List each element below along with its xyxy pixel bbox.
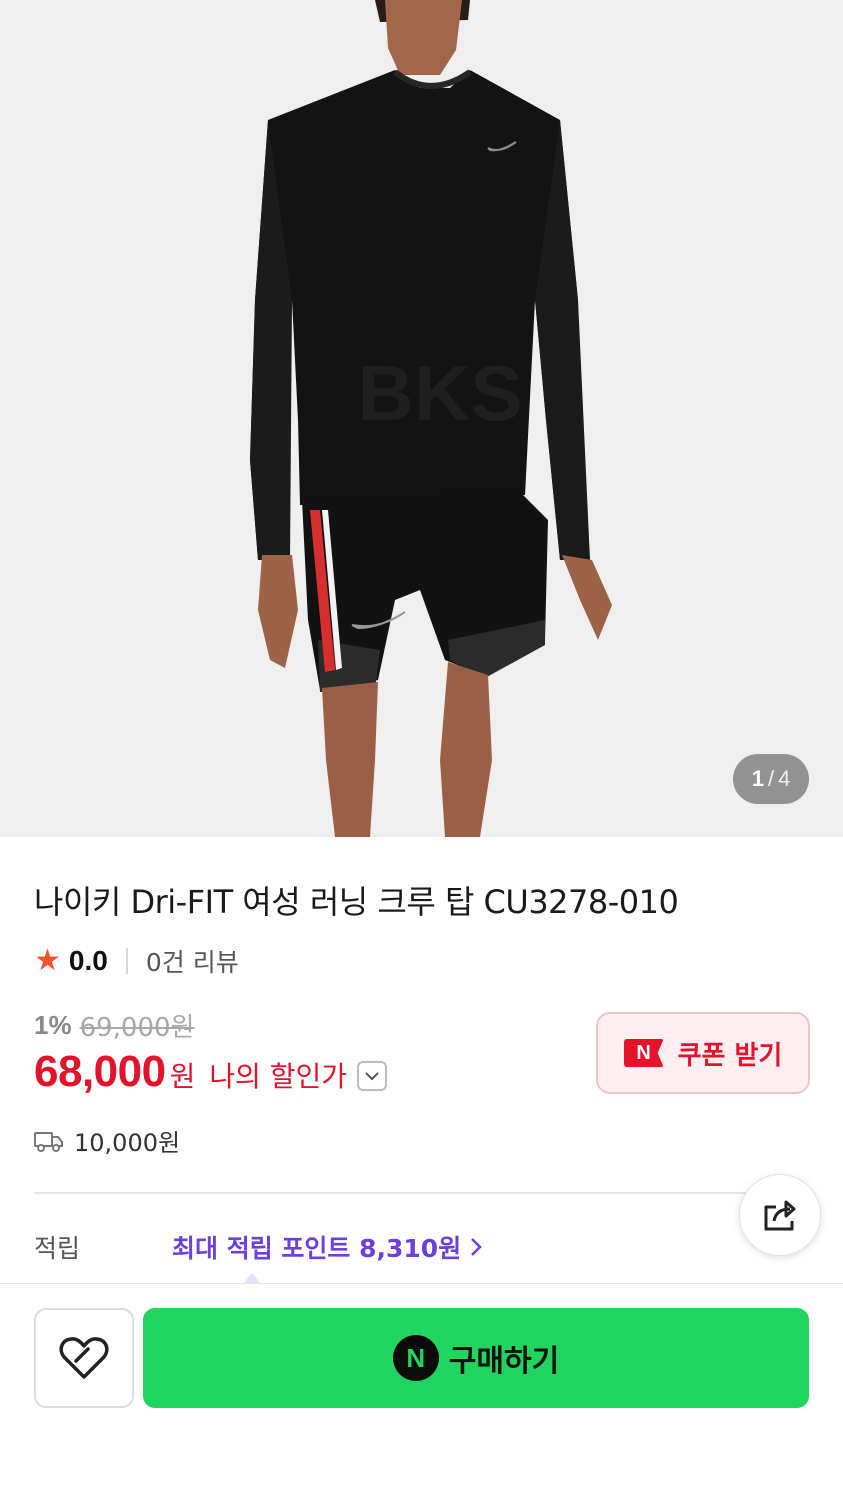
product-title: 나이키 Dri-FIT 여성 러닝 크루 탑 CU3278-010 — [34, 883, 679, 921]
rating-value: 0.0 — [68, 945, 108, 976]
shipping-fee: 10,000원 — [74, 1129, 181, 1157]
product-photo: BKS — [0, 0, 843, 837]
bottom-action-bar: N 구매하기 — [0, 1283, 843, 1500]
product-image-carousel[interactable]: BKS 1 / 4 — [0, 0, 843, 837]
review-count[interactable]: 0건 리뷰 — [146, 943, 239, 979]
points-row[interactable]: 적립 최대 적립 포인트 8,310원 — [34, 1229, 774, 1265]
image-counter: 1 / 4 — [733, 754, 809, 804]
original-price-row: 1% 69,000원 — [34, 1007, 194, 1044]
coupon-button[interactable]: N 쿠폰 받기 — [596, 1012, 810, 1094]
naver-coupon-icon: N — [623, 1039, 664, 1067]
points-text[interactable]: 최대 적립 포인트 8,310원 — [172, 1229, 461, 1265]
star-icon: ★ — [34, 943, 61, 978]
watermark-text: BKS — [358, 349, 523, 437]
image-counter-separator: / — [767, 766, 775, 791]
section-divider — [34, 1192, 810, 1194]
my-discount-label[interactable]: 나의 할인가 — [209, 1055, 347, 1095]
rating-divider — [125, 948, 128, 974]
shipping-row: 10,000원 — [34, 1123, 180, 1158]
buy-button[interactable]: N 구매하기 — [143, 1308, 809, 1408]
buy-label: 구매하기 — [448, 1344, 560, 1379]
points-label: 적립 — [34, 1234, 81, 1263]
truck-icon — [34, 1131, 63, 1152]
coupon-label: 쿠폰 받기 — [677, 1040, 783, 1071]
rating-row[interactable]: ★ 0.0 0건 리뷰 — [34, 943, 239, 979]
share-icon — [764, 1200, 796, 1231]
original-price: 69,000원 — [79, 1013, 195, 1043]
chevron-down-icon[interactable] — [357, 1061, 388, 1091]
discount-rate: 1% — [34, 1010, 72, 1040]
heart-icon — [59, 1337, 109, 1379]
chevron-right-icon — [471, 1238, 482, 1256]
image-counter-current: 1 — [751, 766, 764, 791]
sale-price: 68,000 — [34, 1047, 166, 1096]
wishlist-button[interactable] — [34, 1308, 134, 1408]
price-row: 68,000 원 나의 할인가 — [34, 1047, 388, 1097]
naver-pay-icon: N — [392, 1335, 439, 1381]
price-unit: 원 — [169, 1060, 196, 1093]
image-counter-total: 4 — [778, 766, 791, 791]
